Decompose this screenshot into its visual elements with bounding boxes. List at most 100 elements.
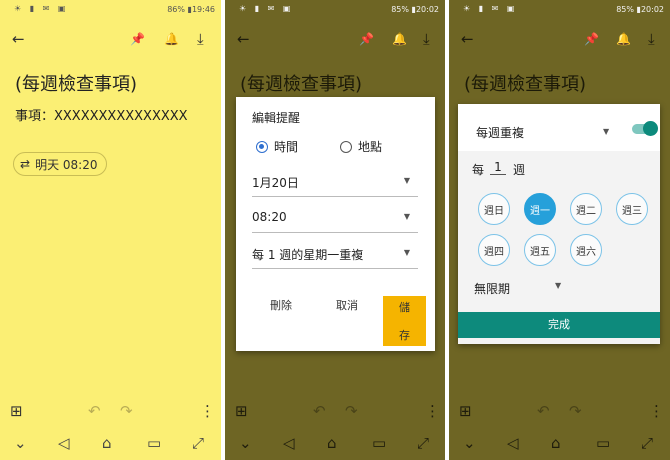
nav-down-icon[interactable]: ⌄	[463, 434, 476, 452]
date-value: 1月20日	[252, 176, 299, 190]
nav-screen-icon[interactable]: ⤢	[192, 434, 204, 452]
date-select[interactable]: 1月20日 ▼	[252, 174, 418, 197]
save-label-top: 儲	[399, 301, 410, 314]
repeat-mode-select[interactable]: 每週重複	[476, 124, 524, 141]
dropdown-arrow-icon: ▼	[403, 212, 410, 221]
undo-icon: ↶	[313, 402, 326, 420]
time-radio-label: 時間	[274, 140, 299, 154]
day-button-wed[interactable]: 週三	[616, 193, 648, 225]
save-label-bottom: 存	[399, 329, 410, 342]
edit-reminder-dialog: 編輯提醒 時間 地點 1月20日 ▼ 08:20 ▼ 每 1 週的星期一重複 ▼…	[236, 97, 435, 351]
radio-selected-icon	[256, 140, 268, 153]
status-battery-time: 85% ▮20:02	[616, 5, 664, 14]
dropdown-arrow-icon[interactable]: ▼	[555, 281, 561, 290]
add-box-icon[interactable]: ⊞	[10, 402, 23, 420]
redo-icon: ↷	[569, 402, 582, 420]
interval-input[interactable]: 1	[490, 160, 506, 175]
pin-icon[interactable]: 📌	[130, 30, 145, 48]
note-toolbar: ← 📌 🔔 ⤓	[449, 24, 670, 52]
back-arrow-icon: ←	[461, 30, 474, 48]
nav-down-icon[interactable]: ⌄	[239, 434, 252, 452]
add-box-icon: ⊞	[235, 402, 248, 420]
dropdown-arrow-icon[interactable]: ▼	[603, 127, 609, 136]
status-icons: ☀ ▮ ✉ ▣	[463, 4, 518, 13]
note-bottom-bar: ⊞ ↶ ↷ ⋮	[0, 400, 221, 426]
save-button[interactable]: 儲 存	[383, 296, 426, 346]
nav-back-icon[interactable]: ◁	[283, 434, 295, 452]
time-select[interactable]: 08:20 ▼	[252, 210, 418, 233]
delete-button[interactable]: 刪除	[270, 297, 292, 313]
nav-home-icon[interactable]: ⌂	[102, 434, 112, 452]
place-radio-label: 地點	[358, 140, 383, 154]
cancel-button[interactable]: 取消	[336, 297, 358, 313]
nav-recent-icon[interactable]: ▭	[372, 434, 386, 452]
repeat-select[interactable]: 每 1 週的星期一重複 ▼	[252, 246, 418, 269]
system-nav-bar: ⌄ ◁ ⌂ ▭ ⤢	[225, 430, 445, 458]
archive-icon: ⤓	[648, 30, 655, 48]
nav-home-icon[interactable]: ⌂	[551, 434, 561, 452]
repeat-toggle[interactable]	[632, 121, 658, 136]
day-button-thu[interactable]: 週四	[478, 234, 510, 266]
note-bottom-bar: ⊞ ↶ ↷ ⋮	[225, 400, 445, 426]
status-bar: ☀ ▮ ✉ ▣ 85% ▮20:02	[449, 0, 670, 18]
status-bar: ☀ ▮ ✉ ▣ 86% ▮19:46	[0, 0, 221, 18]
note-title: (每週檢查事項)	[240, 74, 363, 95]
status-bar: ☀ ▮ ✉ ▣ 85% ▮20:02	[225, 0, 445, 18]
note-title[interactable]: (每週檢查事項)	[15, 70, 137, 96]
dialog-title: 編輯提醒	[252, 111, 301, 125]
day-button-sat[interactable]: 週六	[570, 234, 602, 266]
place-radio[interactable]: 地點	[340, 138, 382, 155]
every-label: 每	[472, 163, 485, 177]
status-battery-time: 86% ▮19:46	[167, 5, 215, 14]
more-options-icon: ⋮	[425, 402, 440, 420]
archive-icon: ⤓	[423, 30, 430, 48]
edit-reminder-panel: ☀ ▮ ✉ ▣ 85% ▮20:02 ← 📌 🔔 ⤓ (每週檢查事項) 編輯提醒…	[225, 0, 445, 460]
more-options-icon[interactable]: ⋮	[200, 402, 215, 420]
reminder-bell-icon[interactable]: 🔔	[164, 30, 179, 48]
redo-icon: ↷	[345, 402, 358, 420]
radio-unselected-icon	[340, 140, 352, 153]
reminder-chip[interactable]: ⇄ 明天 08:20	[13, 152, 108, 176]
undo-icon: ↶	[537, 402, 550, 420]
archive-icon[interactable]: ⤓	[197, 30, 204, 48]
dropdown-arrow-icon: ▼	[403, 248, 410, 257]
toggle-knob	[643, 121, 658, 136]
more-options-icon: ⋮	[649, 402, 664, 420]
repeat-mode-header: 每週重複 ▼	[458, 104, 660, 151]
pin-icon: 📌	[584, 32, 599, 46]
nav-back-icon[interactable]: ◁	[507, 434, 519, 452]
time-value: 08:20	[252, 210, 287, 224]
note-toolbar: ← 📌 🔔 ⤓	[225, 24, 445, 52]
reminder-bell-icon: 🔔	[616, 32, 631, 46]
repeat-value: 每 1 週的星期一重複	[252, 248, 364, 262]
status-icons: ☀ ▮ ✉ ▣	[14, 4, 69, 13]
note-body-line[interactable]: 事項：XXXXXXXXXXXXXXX	[15, 105, 188, 124]
system-nav-bar: ⌄ ◁ ⌂ ▭ ⤢	[0, 430, 221, 458]
back-arrow-icon[interactable]: ←	[12, 30, 25, 48]
nav-recent-icon[interactable]: ▭	[147, 434, 161, 452]
done-button[interactable]: 完成	[458, 312, 660, 338]
nav-back-icon[interactable]: ◁	[58, 434, 70, 452]
add-box-icon: ⊞	[459, 402, 472, 420]
repeat-options-sheet: 每週重複 ▼ 每 1 週 週日 週一 週二 週三 週四 週五 週六 無限期 ▼ …	[458, 104, 660, 344]
nav-screen-icon[interactable]: ⤢	[417, 434, 429, 452]
nav-recent-icon[interactable]: ▭	[596, 434, 610, 452]
repeat-icon: ⇄	[20, 157, 31, 171]
day-button-tue[interactable]: 週二	[570, 193, 602, 225]
back-arrow-icon: ←	[237, 30, 250, 48]
undo-icon[interactable]: ↶	[88, 402, 101, 420]
redo-icon[interactable]: ↷	[120, 402, 133, 420]
reminder-chip-label: 明天 08:20	[35, 157, 98, 172]
nav-down-icon[interactable]: ⌄	[14, 434, 27, 452]
nav-screen-icon[interactable]: ⤢	[641, 434, 653, 452]
pin-icon: 📌	[359, 32, 374, 46]
day-button-sun[interactable]: 週日	[478, 193, 510, 225]
day-button-fri[interactable]: 週五	[524, 234, 556, 266]
end-condition-select[interactable]: 無限期	[474, 280, 510, 297]
reminder-bell-icon: 🔔	[392, 32, 407, 46]
nav-home-icon[interactable]: ⌂	[327, 434, 337, 452]
day-button-mon[interactable]: 週一	[524, 193, 556, 225]
note-screen-panel: ☀ ▮ ✉ ▣ 86% ▮19:46 ← 📌 🔔 ⤓ (每週檢查事項) 事項：X…	[0, 0, 221, 460]
dropdown-arrow-icon: ▼	[403, 176, 410, 185]
time-radio[interactable]: 時間	[256, 138, 298, 155]
